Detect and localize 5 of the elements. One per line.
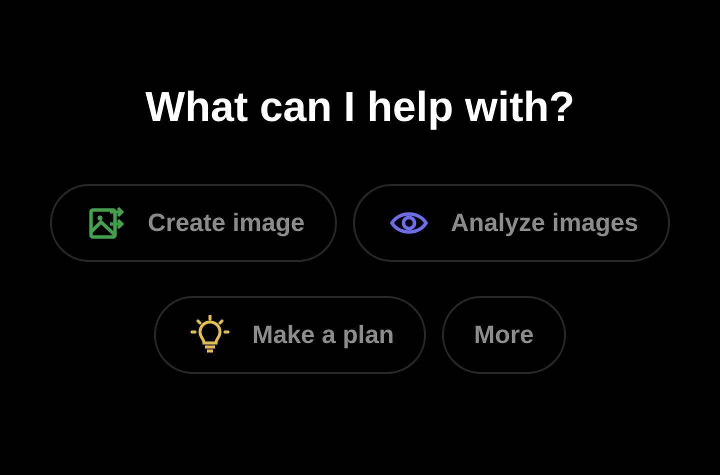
suggestion-button[interactable]: Create image bbox=[50, 184, 337, 262]
suggestion-button[interactable]: Analyze images bbox=[352, 184, 670, 262]
suggestion-button[interactable]: More bbox=[442, 296, 566, 374]
heading: What can I help with? bbox=[145, 82, 575, 132]
suggestion-button[interactable]: Make a plan bbox=[154, 296, 426, 374]
